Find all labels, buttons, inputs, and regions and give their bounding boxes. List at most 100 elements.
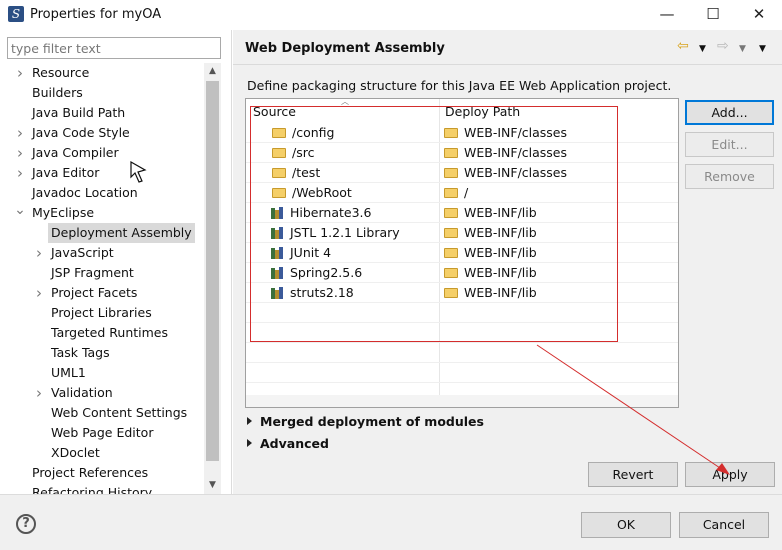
tree-item[interactable]: Task Tags xyxy=(0,343,204,363)
chevron-right-icon[interactable]: › xyxy=(14,63,26,83)
cancel-button[interactable]: Cancel xyxy=(679,512,769,538)
table-hscroll[interactable] xyxy=(246,395,678,407)
tree-item-label: MyEclipse xyxy=(32,205,95,220)
table-row[interactable]: /WebRoot / xyxy=(246,183,678,203)
deploy-path-text: WEB-INF/classes xyxy=(464,145,568,160)
source-text: /src xyxy=(292,145,315,160)
deployment-table[interactable]: ︿ Source Deploy Path /config WEB-INF/clas… xyxy=(245,98,679,408)
minimize-button[interactable]: — xyxy=(644,0,690,30)
tree-item[interactable]: Java Build Path xyxy=(0,103,204,123)
tree-item[interactable]: Refactoring History xyxy=(0,483,204,494)
tree-item[interactable]: JSP Fragment xyxy=(0,263,204,283)
folder-icon xyxy=(444,208,458,218)
filter-input[interactable] xyxy=(7,37,221,59)
chevron-right-icon[interactable]: › xyxy=(33,243,45,263)
table-row[interactable]: /config WEB-INF/classes xyxy=(246,123,678,143)
tree-item[interactable]: Project Libraries xyxy=(0,303,204,323)
tree-item-label: JavaScript xyxy=(51,245,114,260)
close-button[interactable]: ✕ xyxy=(736,0,782,30)
tree-item-label: UML1 xyxy=(51,365,86,380)
deploy-path-cell: WEB-INF/lib xyxy=(444,263,537,283)
folder-icon xyxy=(444,188,458,198)
folder-icon xyxy=(444,288,458,298)
merged-deployment-section[interactable]: Merged deployment of modules xyxy=(247,414,484,429)
tree-item-label: Java Code Style xyxy=(32,125,130,140)
tree-item[interactable]: Targeted Runtimes xyxy=(0,323,204,343)
library-icon xyxy=(271,227,284,239)
tree-item[interactable]: › Java Compiler xyxy=(0,143,204,163)
view-menu-icon[interactable]: ▼ xyxy=(759,42,766,56)
tree-item-label: Builders xyxy=(32,85,83,100)
forward-arrow-icon[interactable]: ⇨ xyxy=(717,39,729,53)
add-button[interactable]: Add... xyxy=(685,100,774,125)
table-row[interactable]: JUnit 4 WEB-INF/lib xyxy=(246,243,678,263)
chevron-right-icon[interactable]: › xyxy=(33,383,45,403)
remove-button[interactable]: Remove xyxy=(685,164,774,189)
table-row[interactable]: /src WEB-INF/classes xyxy=(246,143,678,163)
tree-item[interactable]: › Project Facets xyxy=(0,283,204,303)
chevron-down-icon[interactable]: ⌄ xyxy=(14,200,26,220)
tree-item[interactable]: Builders xyxy=(0,83,204,103)
ok-button[interactable]: OK xyxy=(581,512,671,538)
deploy-path-cell: / xyxy=(444,183,468,203)
tree-item[interactable]: XDoclet xyxy=(0,443,204,463)
back-dropdown-icon[interactable]: ▼ xyxy=(699,42,706,56)
table-row[interactable]: Spring2.5.6 WEB-INF/lib xyxy=(246,263,678,283)
tree-item[interactable]: Web Page Editor xyxy=(0,423,204,443)
maximize-button[interactable]: ☐ xyxy=(690,0,736,30)
forward-dropdown-icon[interactable]: ▼ xyxy=(739,42,746,56)
tree-item-label: Targeted Runtimes xyxy=(51,325,168,340)
tree-item-label: XDoclet xyxy=(51,445,100,460)
tree-item[interactable]: › Java Code Style xyxy=(0,123,204,143)
tree-item[interactable]: UML1 xyxy=(0,363,204,383)
tree-item[interactable]: › JavaScript xyxy=(0,243,204,263)
page-description: Define packaging structure for this Java… xyxy=(247,78,672,93)
property-tree: › Resource Builders Java Build Path › Java Co… xyxy=(0,63,204,494)
table-row xyxy=(246,363,678,383)
chevron-right-icon[interactable]: › xyxy=(14,163,26,183)
tree-item[interactable]: Project References xyxy=(0,463,204,483)
tree-item-label: Web Page Editor xyxy=(51,425,154,440)
tree-item[interactable]: › Resource xyxy=(0,63,204,83)
library-icon xyxy=(271,287,284,299)
chevron-right-icon[interactable]: › xyxy=(14,143,26,163)
table-row[interactable]: /test WEB-INF/classes xyxy=(246,163,678,183)
deploy-path-cell: WEB-INF/classes xyxy=(444,163,567,183)
source-text: Hibernate3.6 xyxy=(290,205,372,220)
scrollbar-thumb[interactable] xyxy=(206,81,219,461)
tree-item[interactable]: › Java Editor xyxy=(0,163,204,183)
advanced-section[interactable]: Advanced xyxy=(247,436,329,451)
apply-button[interactable]: Apply xyxy=(685,462,775,487)
table-row[interactable]: struts2.18 WEB-INF/lib xyxy=(246,283,678,303)
source-text: struts2.18 xyxy=(290,285,354,300)
table-row[interactable]: Hibernate3.6 WEB-INF/lib xyxy=(246,203,678,223)
edit-button[interactable]: Edit... xyxy=(685,132,774,157)
folder-icon xyxy=(272,128,286,138)
library-icon xyxy=(271,267,284,279)
revert-button[interactable]: Revert xyxy=(588,462,678,487)
window-title: Properties for myOA xyxy=(30,7,162,22)
scroll-down-icon[interactable]: ▼ xyxy=(204,477,221,494)
chevron-right-icon[interactable]: › xyxy=(33,283,45,303)
back-arrow-icon[interactable]: ⇦ xyxy=(677,39,689,53)
tree-item[interactable]: Web Content Settings xyxy=(0,403,204,423)
tree-item-label: Javadoc Location xyxy=(32,185,138,200)
table-row[interactable]: JSTL 1.2.1 Library WEB-INF/lib xyxy=(246,223,678,243)
tree-scrollbar[interactable]: ▲ ▼ xyxy=(204,63,221,494)
chevron-right-icon[interactable]: › xyxy=(14,123,26,143)
table-row xyxy=(246,343,678,363)
column-header-deploy-path[interactable]: Deploy Path xyxy=(445,104,520,119)
scroll-up-icon[interactable]: ▲ xyxy=(204,63,221,80)
source-text: /WebRoot xyxy=(292,185,352,200)
tree-item[interactable]: Deployment Assembly xyxy=(0,223,204,243)
tree-item[interactable]: ⌄ MyEclipse xyxy=(0,200,204,223)
deploy-path-text: WEB-INF/lib xyxy=(464,285,537,300)
folder-icon xyxy=(444,128,458,138)
column-header-source[interactable]: Source xyxy=(253,104,296,119)
help-icon[interactable]: ? xyxy=(16,514,36,534)
folder-icon xyxy=(444,168,458,178)
source-cell: Spring2.5.6 xyxy=(271,263,362,283)
tree-item[interactable]: › Validation xyxy=(0,383,204,403)
deploy-path-cell: WEB-INF/classes xyxy=(444,143,567,163)
tree-item[interactable]: Javadoc Location xyxy=(0,183,204,203)
